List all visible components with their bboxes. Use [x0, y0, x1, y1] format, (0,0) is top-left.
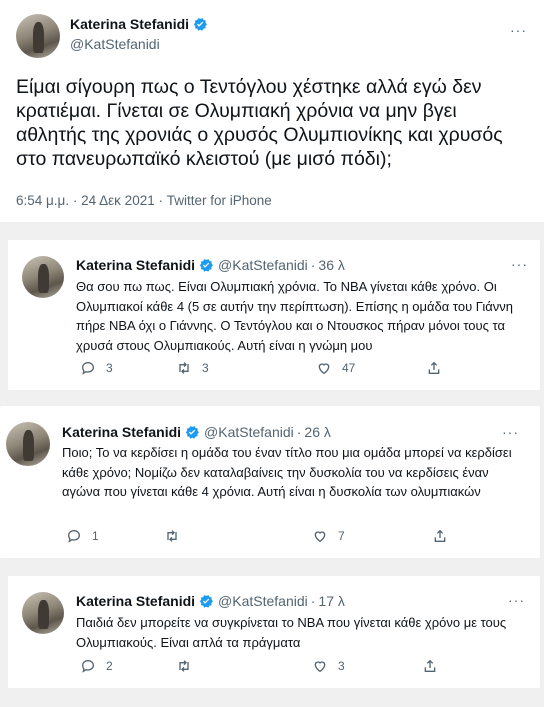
reply-tweet[interactable]: Katerina Stefanidi @KatStefanidi · 26 λ … — [0, 406, 540, 558]
tweet-source[interactable]: Twitter for iPhone — [167, 193, 272, 208]
reply-text: Παιδιά δεν μπορείτε να συγκρίνεται το NB… — [76, 615, 507, 650]
separator: · — [296, 424, 302, 440]
avatar[interactable] — [6, 422, 50, 466]
like-icon — [314, 531, 326, 543]
like-icon — [314, 661, 326, 673]
author-row: Katerina Stefanidi @KatStefanidi · 26 λ — [62, 424, 331, 440]
action-bar: 3 3 47 — [80, 360, 452, 376]
like-count: 47 — [342, 361, 356, 375]
meta-separator: · — [72, 193, 78, 208]
tweet-time[interactable]: 6:54 μ.μ. — [16, 193, 69, 208]
like-count: 3 — [338, 659, 345, 673]
retweet-icon — [179, 362, 189, 374]
more-options-icon[interactable]: ··· — [510, 22, 527, 38]
action-bar: 1 7 — [66, 528, 458, 544]
more-options-icon[interactable]: ··· — [511, 256, 528, 272]
retweet-button[interactable] — [164, 528, 312, 544]
reply-tweet[interactable]: Katerina Stefanidi @KatStefanidi · 17 λ … — [8, 576, 540, 688]
action-bar: 2 3 — [80, 658, 448, 674]
like-button[interactable]: 47 — [316, 360, 426, 376]
author-handle[interactable]: @KatStefanidi — [70, 36, 160, 52]
tweet-meta: 6:54 μ.μ. · 24 Δεκ 2021 · Twitter for iP… — [16, 193, 272, 208]
reply-text: Ποιο; Το να κερδίσει η ομάδα του έναν τί… — [62, 445, 512, 499]
avatar[interactable] — [16, 14, 60, 58]
share-icon — [434, 529, 446, 542]
reply-tweet[interactable]: Katerina Stefanidi @KatStefanidi · 36 λ … — [8, 240, 540, 390]
author-row: Katerina Stefanidi @KatStefanidi · 17 λ — [76, 593, 345, 609]
author-row: Katerina Stefanidi @KatStefanidi · 36 λ — [76, 257, 345, 273]
author-handle[interactable]: @KatStefanidi — [218, 257, 308, 273]
reply-icon — [67, 529, 81, 543]
retweet-icon — [167, 530, 177, 542]
reply-text: Θα σου πω πως. Είναι Ολυμπιακή χρόνια. Τ… — [76, 279, 514, 353]
reply-time[interactable]: 26 λ — [304, 424, 330, 440]
reply-time[interactable]: 17 λ — [318, 593, 344, 609]
separator: · — [310, 257, 316, 273]
meta-separator: · — [158, 193, 163, 208]
share-button[interactable] — [432, 528, 458, 544]
reply-button[interactable]: 3 — [80, 360, 176, 376]
author-name[interactable]: Katerina Stefanidi — [62, 424, 181, 440]
reply-button[interactable]: 1 — [66, 528, 164, 544]
retweet-button[interactable] — [176, 658, 312, 674]
author-handle[interactable]: @KatStefanidi — [218, 593, 308, 609]
like-count: 7 — [338, 529, 345, 543]
tweet-text: Είμαι σίγουρη πως ο Τεντόγλου χέστηκε αλ… — [16, 76, 503, 170]
separator: · — [310, 593, 316, 609]
retweet-button[interactable]: 3 — [176, 360, 316, 376]
verified-badge-icon — [199, 259, 214, 272]
reply-count: 3 — [106, 361, 113, 375]
author-name[interactable]: Katerina Stefanidi — [76, 593, 195, 609]
reply-icon — [81, 361, 95, 375]
like-icon — [318, 363, 330, 375]
author-row: Katerina Stefanidi — [70, 16, 208, 32]
verified-badge-icon — [193, 18, 208, 31]
tweet-date[interactable]: 24 Δεκ 2021 — [81, 193, 155, 208]
reply-count: 1 — [92, 529, 99, 543]
more-options-icon[interactable]: ··· — [502, 424, 519, 440]
like-button[interactable]: 3 — [312, 658, 422, 674]
author-name[interactable]: Katerina Stefanidi — [76, 257, 195, 273]
author-handle[interactable]: @KatStefanidi — [204, 424, 294, 440]
share-icon — [428, 361, 440, 374]
share-icon — [424, 659, 436, 672]
retweet-count: 3 — [202, 361, 209, 375]
more-options-icon[interactable]: ··· — [508, 592, 525, 608]
retweet-icon — [179, 660, 189, 672]
verified-badge-icon — [199, 595, 214, 608]
reply-button[interactable]: 2 — [80, 658, 176, 674]
reply-count: 2 — [106, 659, 113, 673]
verified-badge-icon — [185, 426, 200, 439]
reply-time[interactable]: 36 λ — [318, 257, 344, 273]
author-name[interactable]: Katerina Stefanidi — [70, 16, 189, 32]
avatar[interactable] — [22, 256, 64, 298]
share-button[interactable] — [426, 360, 452, 376]
like-button[interactable]: 7 — [312, 528, 432, 544]
reply-icon — [81, 659, 95, 673]
share-button[interactable] — [422, 658, 448, 674]
main-tweet: Katerina Stefanidi @KatStefanidi ··· Είμ… — [0, 0, 544, 222]
avatar[interactable] — [22, 592, 64, 634]
